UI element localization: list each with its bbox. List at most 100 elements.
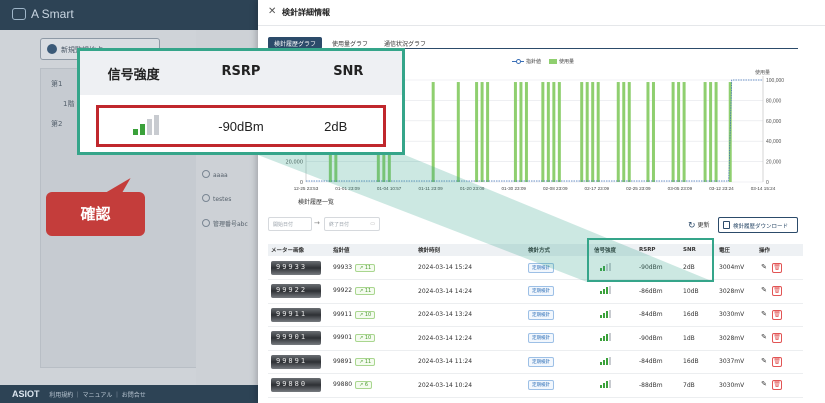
footer: ASIOT 利用規約 ｜ マニュアル ｜ お問合せ — [0, 385, 258, 403]
x-tick-label: 03-05 23:09 — [668, 186, 693, 191]
x-tick-label: 01-11 23:09 — [419, 186, 444, 191]
meter-image[interactable]: 99922 — [271, 284, 321, 299]
start-date-input[interactable]: 開始日付 — [268, 217, 312, 231]
voltage-cell: 3028mV — [716, 279, 756, 304]
y-tick-label: 20,000 — [766, 160, 782, 166]
zoom-signal-cell — [99, 114, 194, 138]
chart-bar — [585, 82, 589, 182]
usage-diff-badge: ↗ 10 — [355, 310, 376, 319]
chart-bar — [475, 82, 479, 182]
list-item[interactable]: aaaa — [202, 170, 228, 179]
list-item[interactable]: testes — [202, 194, 231, 203]
y-tick-label: 80,000 — [766, 98, 782, 104]
signal-strength-icon — [133, 114, 160, 135]
meter-image[interactable]: 99880 — [271, 378, 321, 393]
delete-icon[interactable]: 🗑 — [772, 309, 782, 320]
method-cell: 定期検針 — [525, 279, 591, 304]
edit-icon[interactable]: ✎ — [759, 333, 769, 343]
meter-image[interactable]: 99901 — [271, 331, 321, 346]
plus-icon — [47, 44, 57, 54]
delete-icon[interactable]: 🗑 — [772, 262, 782, 273]
start-date-placeholder: 開始日付 — [273, 222, 294, 228]
footer-link-terms[interactable]: 利用規約 — [49, 393, 73, 399]
end-date-placeholder: 終了日付 — [329, 222, 350, 228]
edit-icon[interactable]: ✎ — [759, 286, 769, 296]
method-cell: 定期検針 — [525, 373, 591, 398]
reading-cell: 99891 ↗ 11 — [330, 350, 415, 374]
top-bar: A Smart — [0, 0, 258, 30]
usage-diff-badge: ↗ 11 — [355, 357, 376, 366]
refresh-button[interactable]: ↻ 更新 — [688, 220, 709, 231]
reading-value: 99901 — [333, 334, 353, 342]
delete-icon[interactable]: 🗑 — [772, 333, 782, 344]
chart-bar — [703, 82, 707, 182]
signal-strength-icon — [600, 380, 611, 389]
col-method: 検針方式 — [525, 244, 591, 256]
end-date-input[interactable]: 終了日付 ▭ — [324, 217, 380, 231]
table-row: 99922 99922 ↗ 11 2024-03-14 14:24 定期検針 -86dBm… — [268, 279, 803, 304]
legend-line-marker — [512, 59, 524, 64]
chart-bar — [651, 82, 655, 182]
chart-legend[interactable]: 指針値 使用量 — [512, 58, 574, 65]
meter-image[interactable]: 99933 — [271, 260, 321, 275]
footer-logo: ASIOT — [12, 389, 40, 399]
method-cell: 定期検針 — [525, 326, 591, 351]
app-logo: A Smart — [12, 7, 74, 21]
list-item[interactable]: 管理番号abc — [202, 219, 248, 228]
close-icon[interactable]: ✕ — [268, 6, 276, 17]
tree-row[interactable]: 1階 — [63, 99, 74, 109]
chart-bar — [622, 82, 626, 182]
rsrp-cell: -84dBm — [636, 303, 680, 327]
voltage-cell: 3030mV — [716, 303, 756, 327]
logo-text: A Smart — [31, 7, 74, 21]
footer-link-contact[interactable]: お問合せ — [122, 393, 146, 399]
method-badge: 定期検針 — [528, 262, 554, 273]
chart-bar — [546, 82, 550, 182]
delete-icon[interactable]: 🗑 — [772, 380, 782, 391]
voltage-cell: 3028mV — [716, 326, 756, 351]
table-row: 99911 99911 ↗ 10 2024-03-14 13:24 定期検針 -84dBm… — [268, 303, 803, 327]
tree-row[interactable]: 第2 — [51, 119, 62, 129]
reading-value: 99933 — [333, 263, 353, 271]
chart-bar — [486, 82, 490, 182]
meter-image[interactable]: 99891 — [271, 354, 321, 369]
download-button[interactable]: 検針履歴ダウンロード — [718, 217, 798, 233]
usage-diff-value: 6 — [364, 382, 369, 389]
x-tick-label: 01-20 23:09 — [460, 186, 485, 191]
delete-icon[interactable]: 🗑 — [772, 286, 782, 297]
col-meter-image: メーター画像 — [268, 244, 330, 256]
x-tick-label: 01-01 23:09 — [335, 186, 360, 191]
meter-image[interactable]: 99911 — [271, 307, 321, 322]
chart-bar — [431, 82, 435, 182]
usage-diff-value: 10 — [364, 311, 372, 318]
actions-cell: ✎ 🗑 — [756, 279, 803, 304]
reading-value: 99891 — [333, 357, 353, 365]
snr-cell: 16dB — [680, 303, 716, 327]
calendar-icon: ▭ — [370, 221, 375, 227]
highlight-frame — [587, 238, 714, 282]
actions-cell: ✎ 🗑 — [756, 326, 803, 351]
y-left-tick-label: 20,000 — [286, 160, 304, 166]
footer-link-manual[interactable]: マニュアル — [83, 393, 113, 399]
zoom-header-signal: 信号強度 — [107, 68, 160, 83]
method-cell: 定期検針 — [525, 350, 591, 374]
edit-icon[interactable]: ✎ — [759, 380, 769, 390]
signal-strength-icon — [600, 286, 611, 295]
signal-cell — [591, 303, 636, 327]
edit-icon[interactable]: ✎ — [759, 263, 769, 273]
edit-icon[interactable]: ✎ — [759, 357, 769, 367]
meter-image-cell: 99922 — [268, 279, 330, 304]
col-reading: 指針値 — [330, 244, 415, 256]
table-row: 99901 99901 ↗ 10 2024-03-14 12:24 定期検針 -90dBm… — [268, 326, 803, 351]
zoom-rsrp-value: -90dBm — [218, 118, 264, 134]
edit-icon[interactable]: ✎ — [759, 310, 769, 320]
reading-value: 99911 — [333, 310, 353, 318]
snr-cell: 1dB — [680, 326, 716, 351]
voltage-cell: 3030mV — [716, 373, 756, 398]
tree-row[interactable]: 第1 — [51, 79, 62, 89]
delete-icon[interactable]: 🗑 — [772, 356, 782, 367]
reading-cell: 99911 ↗ 10 — [330, 303, 415, 327]
actions-cell: ✎ 🗑 — [756, 350, 803, 374]
rsrp-cell: -86dBm — [636, 279, 680, 304]
zoom-snr-value: 2dB — [324, 118, 348, 134]
